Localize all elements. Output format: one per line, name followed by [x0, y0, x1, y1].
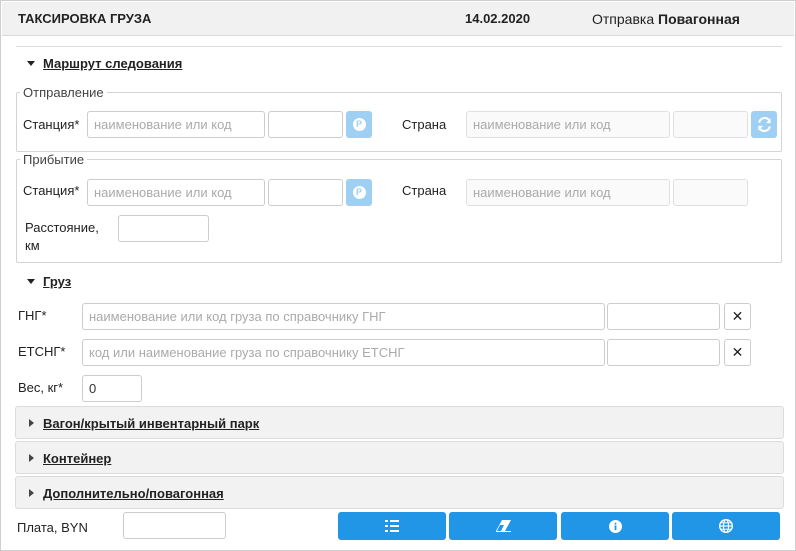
arrival-station-lookup-button[interactable]: P — [346, 179, 372, 206]
caret-right-icon — [29, 419, 34, 427]
caret-right-icon — [29, 454, 34, 462]
container-section-title: Контейнер — [43, 451, 112, 466]
departure-country-label: Страна — [402, 117, 447, 132]
arrival-station-input[interactable]: наименование или код — [87, 179, 265, 206]
refresh-icon — [757, 117, 771, 132]
arrival-fieldset — [16, 159, 782, 263]
clear-form-button[interactable] — [449, 512, 557, 540]
page-title: ТАКСИРОВКА ГРУЗА — [18, 11, 152, 26]
fee-label: Плата, BYN — [17, 520, 88, 535]
wagon-section-toggle[interactable]: Вагон/крытый инвентарный парк — [15, 406, 784, 439]
distance-input[interactable] — [118, 215, 209, 242]
distance-label-line2: км — [25, 238, 40, 253]
parking-icon: P — [352, 118, 366, 131]
departure-station-input[interactable]: наименование или код — [87, 111, 265, 138]
route-section-toggle[interactable]: Маршрут следования — [43, 56, 182, 71]
weight-label: Вес, кг* — [18, 380, 64, 395]
etsng-code-input[interactable] — [607, 339, 720, 366]
gng-label: ГНГ* — [18, 308, 47, 323]
arrival-country-label: Страна — [402, 183, 447, 198]
arrival-station-code-input[interactable] — [268, 179, 343, 206]
cargo-section-toggle[interactable]: Груз — [43, 274, 71, 289]
weight-input[interactable]: 0 — [82, 375, 142, 402]
arrival-legend: Прибытие — [20, 152, 88, 167]
list-icon — [385, 520, 399, 532]
arrival-station-label: Станция* — [23, 183, 80, 198]
parking-icon: P — [352, 186, 366, 199]
arrival-country-code-input[interactable] — [673, 179, 748, 206]
gng-code-input[interactable] — [607, 303, 720, 330]
shipment-type-value: Повагонная — [658, 11, 740, 27]
info-button[interactable] — [561, 512, 669, 540]
cargo-taxation-panel: ТАКСИРОВКА ГРУЗА 14.02.2020 Отправка Пов… — [0, 0, 796, 551]
distance-label-line1: Расстояние, — [25, 220, 99, 235]
date-label: 14.02.2020 — [465, 11, 531, 26]
gng-clear-button[interactable]: ✕ — [724, 303, 751, 330]
departure-country-input[interactable]: наименование или код — [466, 111, 670, 138]
etsng-clear-button[interactable]: ✕ — [724, 339, 751, 366]
globe-icon — [719, 519, 733, 533]
refresh-button[interactable] — [751, 111, 777, 138]
departure-station-lookup-button[interactable]: P — [346, 111, 372, 138]
additional-section-toggle[interactable]: Дополнительно/повагонная — [15, 476, 784, 509]
shipment-type-label: Отправка — [592, 11, 655, 27]
arrival-country-input[interactable]: наименование или код — [466, 179, 670, 206]
close-icon: ✕ — [731, 308, 744, 324]
wagon-section-title: Вагон/крытый инвентарный парк — [43, 416, 260, 431]
globe-button[interactable] — [672, 512, 780, 540]
list-button[interactable] — [338, 512, 446, 540]
caret-down-icon — [27, 279, 35, 284]
caret-down-icon — [27, 61, 35, 66]
departure-country-code-input[interactable] — [673, 111, 748, 138]
caret-right-icon — [29, 489, 34, 497]
fee-output[interactable] — [123, 512, 226, 539]
etsng-input[interactable]: код или наименование груза по справочник… — [82, 339, 605, 366]
close-icon: ✕ — [731, 344, 744, 360]
container-section-toggle[interactable]: Контейнер — [15, 441, 784, 474]
shipment-type: Отправка Повагонная — [592, 11, 740, 27]
gng-input[interactable]: наименование или код груза по справочник… — [82, 303, 605, 330]
departure-station-code-input[interactable] — [268, 111, 343, 138]
eraser-icon — [495, 520, 511, 532]
additional-section-title: Дополнительно/повагонная — [43, 486, 224, 501]
departure-station-label: Станция* — [23, 117, 80, 132]
divider — [16, 46, 782, 47]
info-icon — [608, 519, 622, 533]
etsng-label: ЕТСНГ* — [18, 344, 66, 359]
departure-legend: Отправление — [20, 85, 107, 100]
